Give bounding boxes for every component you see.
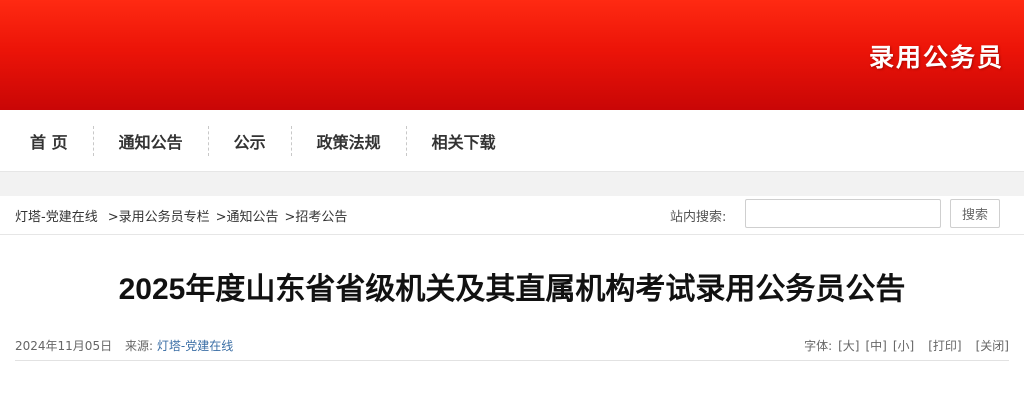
breadcrumb: 灯塔-党建在线 >录用公务员专栏 >通知公告 >招考公告 (15, 206, 347, 225)
source-link[interactable]: 灯塔-党建在线 (157, 339, 233, 353)
font-large-button[interactable]: [大] (838, 337, 859, 354)
article-title: 2025年度山东省省级机关及其直属机构考试录用公务员公告 (118, 273, 906, 306)
article-meta: 2024年11月05日 来源: 灯塔-党建在线 字体: [大] [中] [小] … (15, 337, 1009, 361)
search-label: 站内搜索: (670, 210, 727, 225)
font-medium-button[interactable]: [中] (866, 337, 887, 354)
banner-title: 录用公务员 (868, 43, 1004, 72)
separator-band (0, 172, 1024, 196)
font-size-label: 字体: (804, 339, 833, 353)
nav-item-policies[interactable]: 政策法规 (292, 125, 406, 157)
nav-item-notices[interactable]: 通知公告 (94, 125, 208, 157)
nav-item-home[interactable]: 首 页 (0, 125, 93, 157)
font-small-button[interactable]: [小] (893, 337, 914, 354)
breadcrumb-bar: 灯塔-党建在线 >录用公务员专栏 >通知公告 >招考公告 站内搜索: 搜索 (0, 196, 1024, 235)
publish-date: 2024年11月05日 (15, 339, 113, 353)
print-button[interactable]: [打印] (928, 337, 961, 354)
breadcrumb-notices-link[interactable]: >通知公告 (216, 206, 279, 225)
breadcrumb-column-link[interactable]: >录用公务员专栏 (108, 206, 210, 225)
close-button[interactable]: [关闭] (976, 337, 1009, 354)
search-button[interactable]: 搜索 (950, 199, 1000, 228)
header-banner: 录用公务员 (0, 0, 1024, 110)
breadcrumb-exam-link[interactable]: >招考公告 (285, 206, 348, 225)
nav-item-publicity[interactable]: 公示 (209, 125, 291, 157)
breadcrumb-home-link[interactable]: 灯塔-党建在线 (15, 206, 98, 225)
article-source: 来源: 灯塔-党建在线 (125, 337, 233, 354)
nav-item-downloads[interactable]: 相关下载 (407, 125, 521, 157)
main-nav: 首 页 通知公告 公示 政策法规 相关下载 (0, 110, 1024, 172)
source-label: 来源: (125, 339, 154, 353)
article-tools: 字体: [大] [中] [小] [打印] [关闭] (804, 337, 1009, 354)
search-input[interactable] (745, 199, 941, 228)
